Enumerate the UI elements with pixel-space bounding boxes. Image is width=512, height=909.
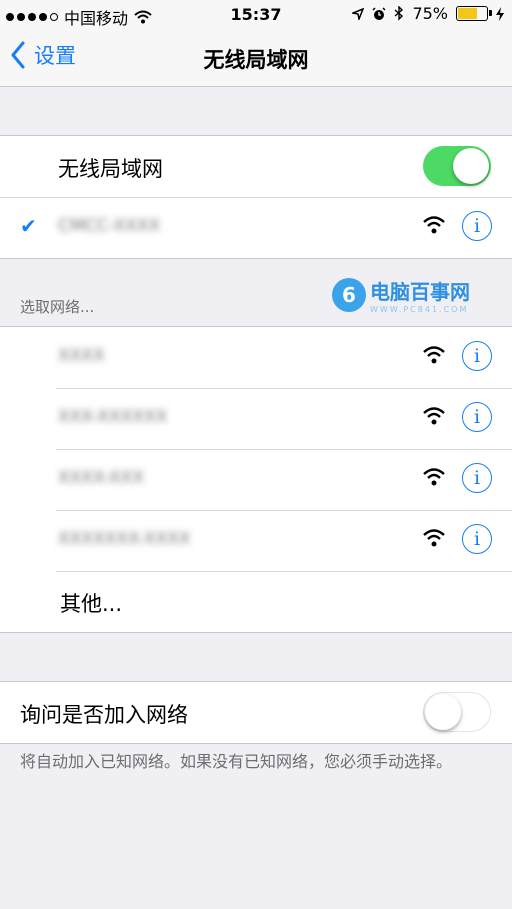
- network-list: XXXX i XXX-XXXXXX i XXXX-XXX i XXXXXXX-X…: [0, 326, 512, 633]
- wifi-toggle-row: 无线局域网: [0, 136, 512, 197]
- status-right: 75%: [352, 4, 504, 23]
- connected-network-row[interactable]: ✔ CMCC-XXXX i: [0, 197, 512, 258]
- wifi-signal-icon: [423, 216, 445, 234]
- ask-join-toggle-switch[interactable]: [423, 692, 491, 732]
- other-network-row[interactable]: 其他...: [0, 571, 512, 632]
- location-arrow-icon: [352, 7, 365, 20]
- wifi-signal-icon: [423, 468, 445, 486]
- network-row[interactable]: XXX-XXXXXX i: [0, 388, 512, 449]
- other-network-label: 其他...: [60, 592, 123, 616]
- network-name: XXX-XXXXXX: [58, 407, 168, 427]
- info-button[interactable]: i: [462, 463, 492, 493]
- choose-network-header: 选取网络...: [20, 298, 95, 316]
- checkmark-icon: ✔: [20, 214, 37, 238]
- wifi-group: 无线局域网 ✔ CMCC-XXXX i: [0, 135, 512, 259]
- battery-percent: 75%: [412, 4, 448, 23]
- network-name: XXXX: [58, 346, 105, 366]
- charging-bolt-icon: [496, 6, 504, 21]
- ask-join-footer: 将自动加入已知网络。如果没有已知网络，您必须手动选择。: [20, 752, 453, 771]
- info-button[interactable]: i: [462, 341, 492, 371]
- ask-join-label: 询问是否加入网络: [20, 703, 188, 727]
- info-button[interactable]: i: [462, 524, 492, 554]
- network-row[interactable]: XXXX i: [0, 327, 512, 388]
- watermark-logo: 6 电脑百事网 WWW.PC841.COM: [332, 276, 470, 314]
- watermark-icon: 6: [332, 278, 366, 312]
- bluetooth-icon: [394, 6, 404, 21]
- network-row[interactable]: XXXX-XXX i: [0, 449, 512, 510]
- page-title: 无线局域网: [203, 48, 309, 72]
- network-row[interactable]: XXXXXXX-XXXX i: [0, 510, 512, 571]
- wifi-toggle-switch[interactable]: [423, 146, 491, 186]
- ask-join-row: 询问是否加入网络: [0, 682, 512, 743]
- connected-network-name: CMCC-XXXX: [58, 216, 161, 236]
- wifi-signal-icon: [423, 529, 445, 547]
- status-bar: 中国移动 15:37 75%: [0, 0, 512, 30]
- network-name: XXXX-XXX: [58, 468, 144, 488]
- info-button[interactable]: i: [462, 402, 492, 432]
- network-name: XXXXXXX-XXXX: [58, 529, 191, 549]
- watermark-url: WWW.PC841.COM: [370, 305, 469, 314]
- alarm-clock-icon: [372, 6, 386, 20]
- wifi-signal-icon: [423, 407, 445, 425]
- battery-icon: [456, 6, 492, 21]
- ask-join-group: 询问是否加入网络: [0, 681, 512, 744]
- wifi-signal-icon: [423, 346, 445, 364]
- watermark-title: 电脑百事网: [370, 280, 470, 304]
- wifi-toggle-label: 无线局域网: [58, 157, 163, 181]
- info-button[interactable]: i: [462, 211, 492, 241]
- navigation-bar: 设置 无线局域网: [0, 30, 512, 87]
